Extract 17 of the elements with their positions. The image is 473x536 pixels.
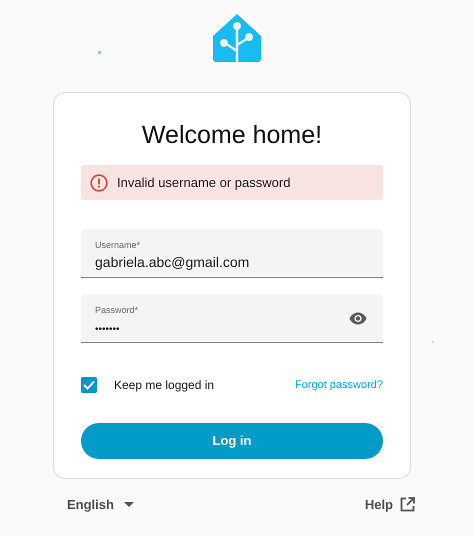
house-logo-icon [212,13,262,63]
username-field[interactable]: Username* gabriela.abc@gmail.com [81,229,383,278]
checkbox[interactable] [81,377,97,393]
checkbox-label: Keep me logged in [114,377,214,394]
help-link[interactable]: Help [364,495,415,514]
alert-icon [90,174,108,192]
error-message: Invalid username or password [117,174,290,192]
field-value: ••••••• [95,323,120,337]
field-value: gabriela.abc@gmail.com [95,253,250,271]
field-label: Username* [95,240,142,251]
field-label: Password* [95,305,140,316]
external-link-icon [400,497,415,512]
page-title: Welcome home! [140,120,324,151]
password-field[interactable]: Password* ••••••• [81,294,383,343]
caret-icon [124,502,134,508]
eye-icon[interactable] [349,312,367,325]
language-dropdown[interactable]: English [67,495,134,514]
